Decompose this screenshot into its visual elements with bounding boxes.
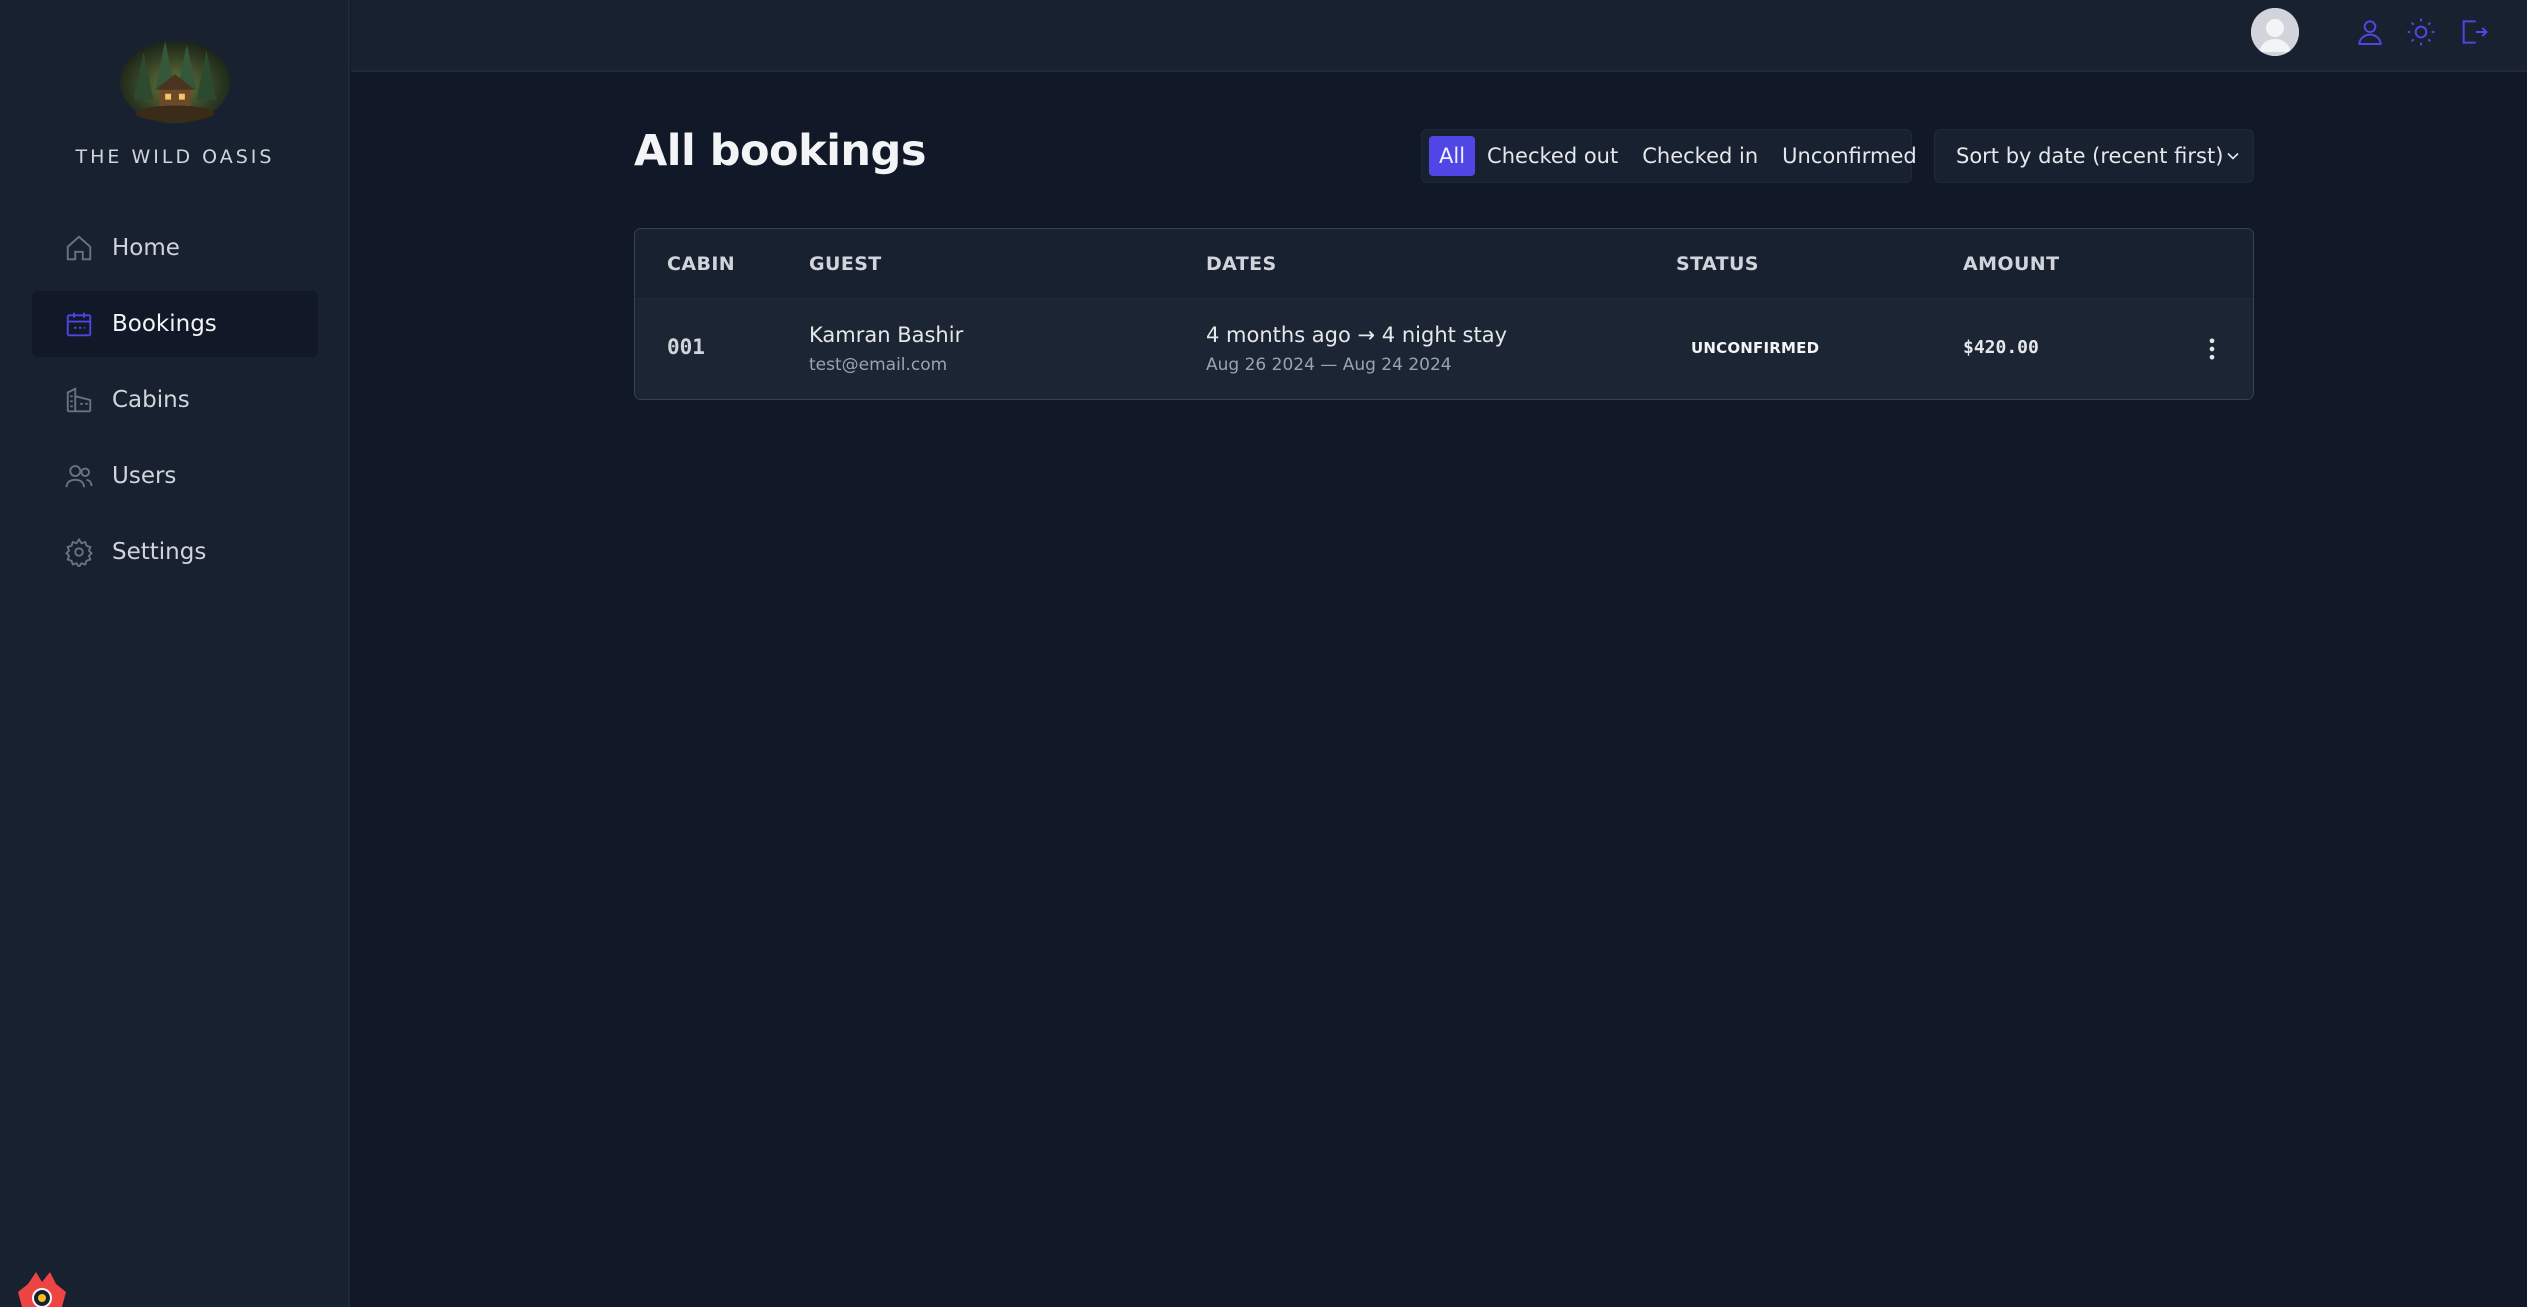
sidebar-item-label: Cabins bbox=[112, 387, 190, 413]
column-header-guest: GUEST bbox=[809, 253, 882, 275]
page-title: All bookings bbox=[634, 126, 926, 176]
react-query-devtools-icon[interactable] bbox=[14, 1270, 70, 1307]
sidebar-item-users[interactable]: Users bbox=[32, 443, 318, 509]
app-root: THE WILD OASIS Home Bookings Cabins User… bbox=[0, 0, 2527, 1307]
sidebar-item-home[interactable]: Home bbox=[32, 215, 318, 281]
filter-checked-in-button[interactable]: Checked in bbox=[1630, 136, 1770, 176]
booking-date-range: Aug 26 2024 — Aug 24 2024 bbox=[1206, 355, 1452, 375]
booking-status-filter: All Checked out Checked in Unconfirmed bbox=[1421, 129, 1917, 183]
vertical-dots-icon bbox=[2209, 338, 2215, 360]
avatar[interactable] bbox=[2251, 8, 2299, 56]
column-header-amount: AMOUNT bbox=[1963, 253, 2060, 275]
header bbox=[351, 0, 2527, 72]
column-header-cabin: CABIN bbox=[667, 253, 736, 275]
sun-icon[interactable] bbox=[2405, 16, 2437, 48]
buildings-icon bbox=[64, 385, 94, 415]
bookings-table: CABIN GUEST DATES STATUS AMOUNT 001 Kamr… bbox=[634, 228, 2254, 400]
sidebar-item-label: Bookings bbox=[112, 311, 217, 337]
table-row: 001 Kamran Bashir test@email.com 4 month… bbox=[635, 299, 2253, 399]
logo: THE WILD OASIS bbox=[0, 30, 350, 168]
filter-checked-out-button[interactable]: Checked out bbox=[1475, 136, 1630, 176]
sidebar-item-bookings[interactable]: Bookings bbox=[32, 291, 318, 357]
sort-select-value: Sort by date (recent first) bbox=[1956, 144, 2224, 168]
user-icon[interactable] bbox=[2354, 16, 2386, 48]
status-badge: UNCONFIRMED bbox=[1691, 339, 1820, 357]
guest-name: Kamran Bashir bbox=[809, 323, 964, 347]
booking-amount: $420.00 bbox=[1963, 337, 2039, 358]
avatar-placeholder-icon bbox=[2251, 8, 2299, 56]
sidebar-item-cabins[interactable]: Cabins bbox=[32, 367, 318, 433]
sidebar-nav: Home Bookings Cabins Users Settings bbox=[32, 215, 318, 595]
column-header-dates: DATES bbox=[1206, 253, 1277, 275]
filter-all-button[interactable]: All bbox=[1429, 136, 1476, 176]
calendar-icon bbox=[64, 309, 94, 339]
table-header: CABIN GUEST DATES STATUS AMOUNT bbox=[635, 229, 2253, 299]
row-actions-menu-button[interactable] bbox=[2198, 335, 2226, 363]
cabin-number: 001 bbox=[667, 335, 705, 359]
sidebar-item-settings[interactable]: Settings bbox=[32, 519, 318, 585]
sidebar-item-label: Settings bbox=[112, 539, 207, 565]
sidebar-item-label: Home bbox=[112, 235, 180, 261]
home-icon bbox=[64, 233, 94, 263]
gear-icon bbox=[64, 537, 94, 567]
column-header-status: STATUS bbox=[1676, 253, 1759, 275]
logout-icon[interactable] bbox=[2457, 16, 2489, 48]
guest-email: test@email.com bbox=[809, 355, 948, 375]
sidebar-item-label: Users bbox=[112, 463, 177, 489]
logo-image bbox=[119, 40, 231, 124]
sort-select[interactable]: Sort by date (recent first) bbox=[1934, 129, 2254, 183]
users-icon bbox=[64, 461, 94, 491]
sidebar: THE WILD OASIS Home Bookings Cabins User… bbox=[0, 0, 350, 1307]
logo-text: THE WILD OASIS bbox=[75, 146, 275, 168]
chevron-down-icon bbox=[2227, 152, 2239, 160]
booking-dates-summary: 4 months ago → 4 night stay bbox=[1206, 323, 1508, 347]
filter-unconfirmed-button[interactable]: Unconfirmed bbox=[1770, 136, 1929, 176]
